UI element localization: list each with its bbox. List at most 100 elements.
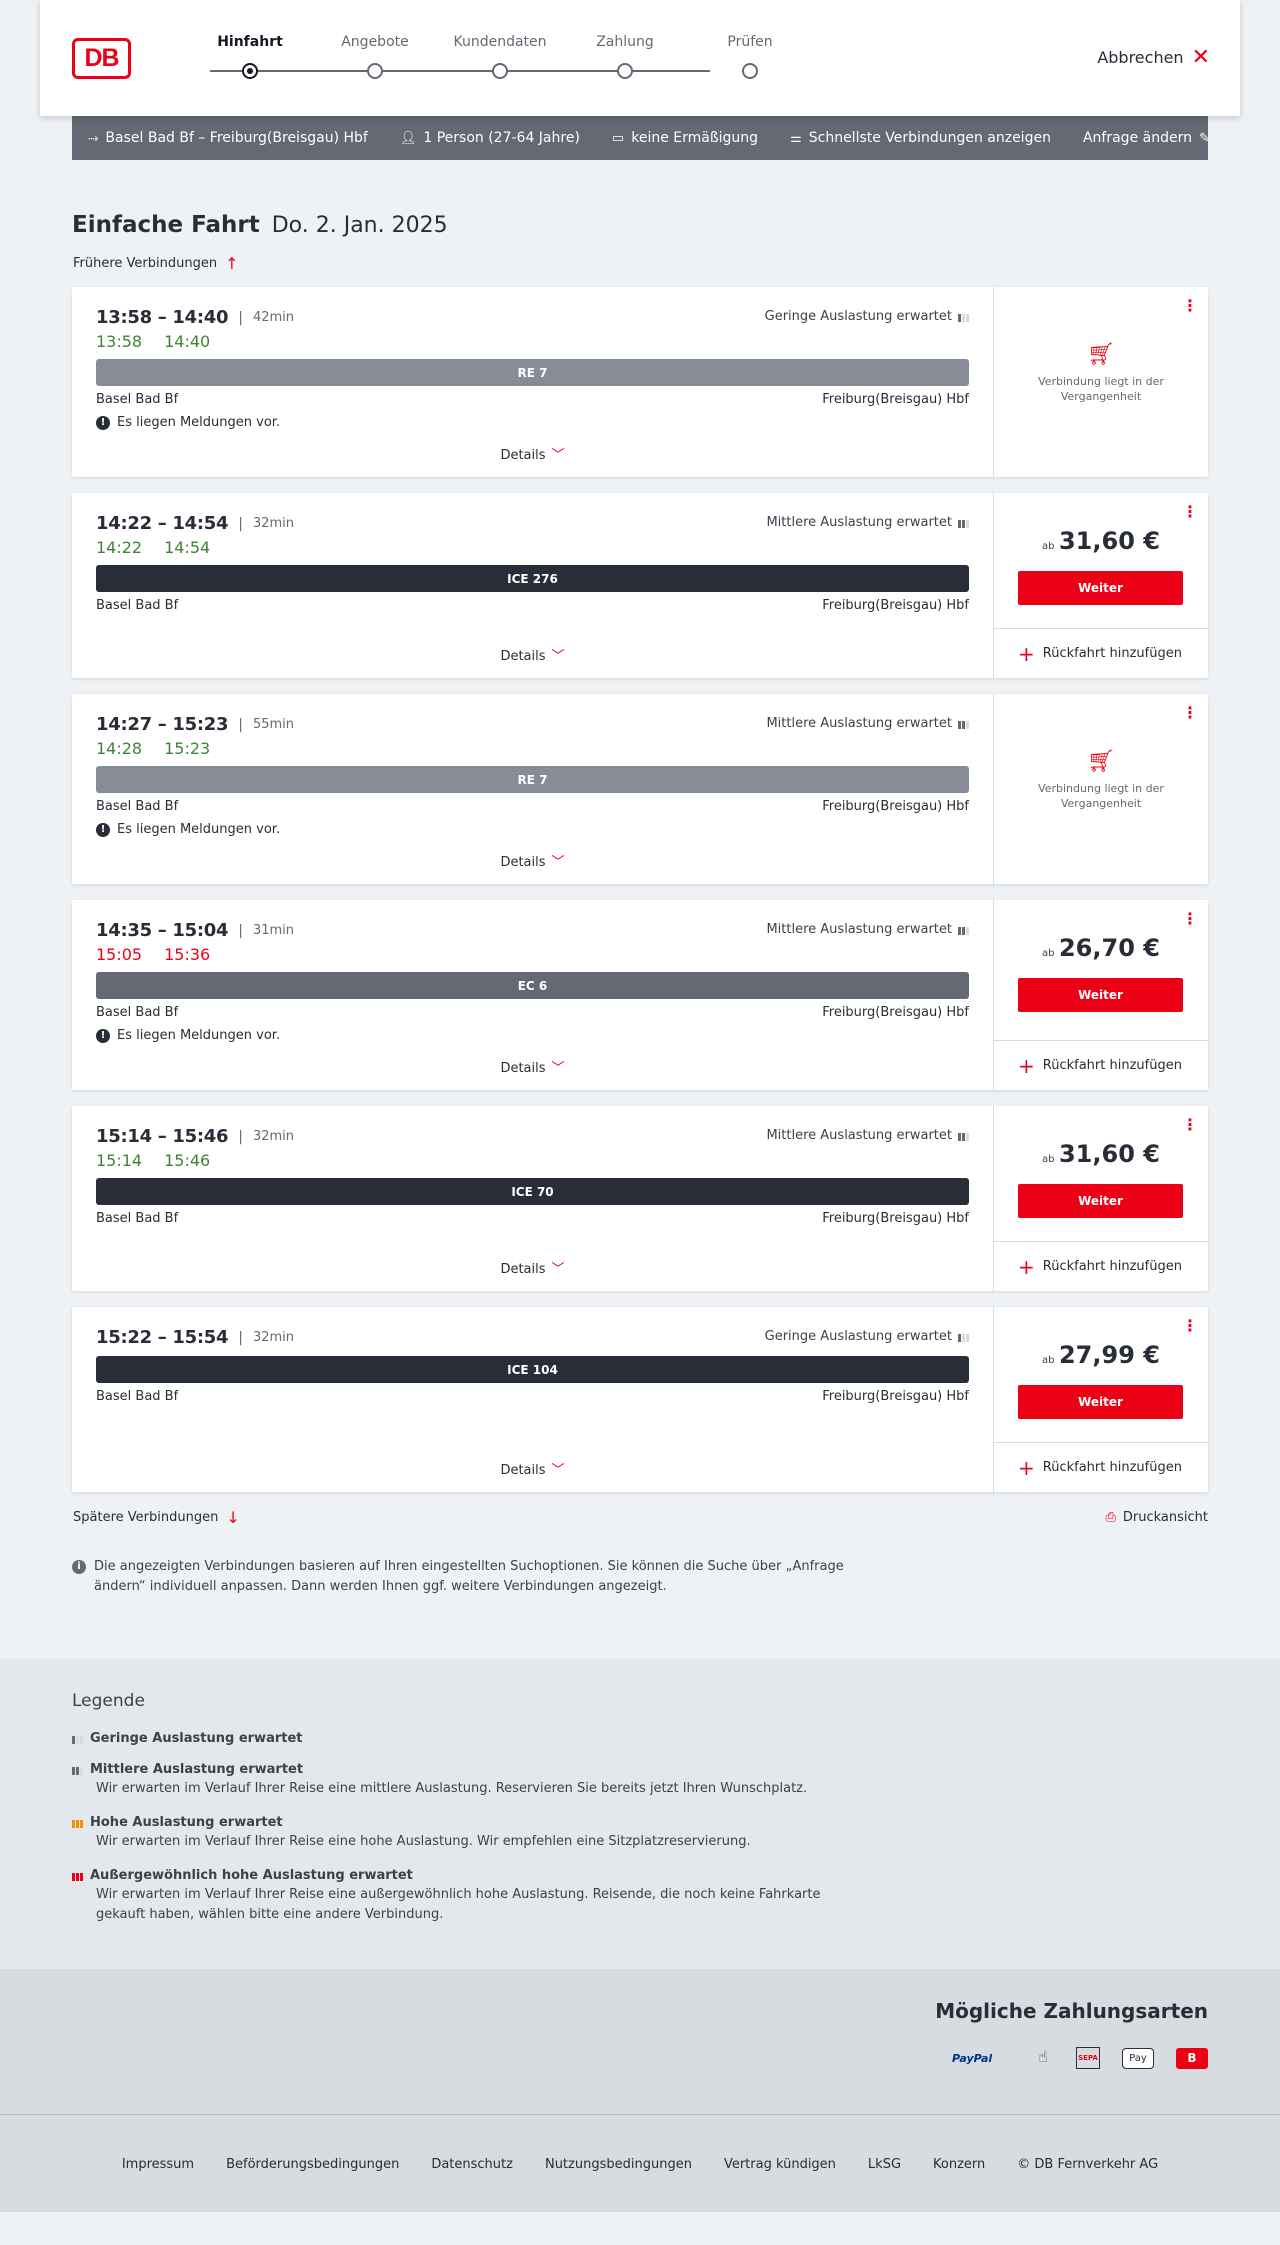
realtime-arrival: 14:54 — [164, 538, 211, 557]
duration: 42min — [252, 310, 295, 325]
destination-station: Freiburg(Breisgau) Hbf — [822, 1005, 969, 1020]
step-label: Prüfen — [727, 34, 773, 50]
connection-card[interactable]: 13:58 – 14:40 | 42min Geringe Auslastung… — [72, 287, 1208, 477]
connection-card[interactable]: 15:22 – 15:54 | 32min Geringe Auslastung… — [72, 1307, 1208, 1492]
person-icon: 👤︎ — [399, 130, 417, 146]
train-bar[interactable]: RE 7 — [96, 359, 969, 386]
duration: 55min — [252, 717, 295, 732]
stations: Basel Bad Bf Freiburg(Breisgau) Hbf — [96, 1005, 969, 1020]
continue-button[interactable]: Weiter — [1018, 571, 1183, 605]
train-bar[interactable]: ICE 104 — [96, 1356, 969, 1383]
train-bar[interactable]: RE 7 — [96, 766, 969, 793]
print-view-link[interactable]: ⎙ Druckansicht — [1105, 1510, 1208, 1525]
occupancy-mid-icon — [958, 924, 969, 935]
occupancy-mid-icon — [72, 1764, 83, 1775]
cancel-button[interactable]: Abbrechen ✕ — [1097, 46, 1210, 68]
price: ab 31,60 € — [994, 527, 1208, 555]
add-return-button[interactable]: + Rückfahrt hinzufügen — [994, 1442, 1208, 1492]
occupancy: Geringe Auslastung erwartet — [765, 309, 969, 324]
price: ab 27,99 € — [994, 1341, 1208, 1369]
footer: Impressum Beförderungsbedingungen Datensch… — [0, 2115, 1280, 2212]
chevron-down-icon: ﹀ — [551, 649, 565, 664]
details-toggle[interactable]: Details ﹀ — [72, 1057, 993, 1076]
more-options-icon[interactable]: ⋮ — [1182, 504, 1198, 520]
connection-card[interactable]: 14:27 – 15:23 | 55min Mittlere Auslastun… — [72, 694, 1208, 884]
progress-steps: Hinfahrt Angebote Kundendaten Zahlung Pr… — [190, 34, 773, 84]
details-toggle[interactable]: Details ﹀ — [72, 1459, 993, 1478]
step-dot — [617, 63, 633, 79]
connection-card[interactable]: 15:14 – 15:46 | 32min Mittlere Auslastun… — [72, 1106, 1208, 1291]
notice: ! Es liegen Meldungen vor. — [96, 822, 969, 837]
route-text: Basel Bad Bf – Freiburg(Breisgau) Hbf — [105, 130, 368, 146]
more-options-icon[interactable]: ⋮ — [1182, 705, 1198, 721]
price-prefix: ab — [1042, 948, 1055, 959]
details-toggle[interactable]: Details ﹀ — [72, 851, 993, 870]
destination-station: Freiburg(Breisgau) Hbf — [822, 799, 969, 814]
realtime-arrival: 15:46 — [164, 1151, 211, 1170]
legend-list: Geringe Auslastung erwartet Mittlere Ausl… — [72, 1731, 1208, 1925]
realtime-arrival: 14:40 — [164, 332, 211, 351]
more-options-icon[interactable]: ⋮ — [1182, 1117, 1198, 1133]
header: DB Hinfahrt Angebote Kundendaten Zahlung… — [40, 0, 1240, 116]
db-logo[interactable]: DB — [72, 38, 131, 79]
details-toggle[interactable]: Details ﹀ — [72, 645, 993, 664]
footer-link[interactable]: Beförderungsbedingungen — [226, 2157, 399, 2172]
more-options-icon[interactable]: ⋮ — [1182, 298, 1198, 314]
footer-link[interactable]: Konzern — [933, 2157, 985, 2172]
alert-icon: ! — [96, 1028, 110, 1043]
footer-link[interactable]: © DB Fernverkehr AG — [1017, 2157, 1158, 2172]
travelers-text: 1 Person (27-64 Jahre) — [423, 130, 580, 146]
scheduled-times: 14:35 – 15:04 — [96, 920, 229, 941]
details-toggle[interactable]: Details ﹀ — [72, 444, 993, 463]
scheduled-times: 13:58 – 14:40 — [96, 307, 229, 328]
legend-item-text: Wir erwarten im Verlauf Ihrer Reise eine… — [96, 1834, 751, 1849]
footer-link[interactable]: Impressum — [122, 2157, 194, 2172]
chevron-down-icon: ﹀ — [551, 1463, 565, 1478]
connection-card[interactable]: 14:35 – 15:04 | 31min Mittlere Auslastun… — [72, 900, 1208, 1090]
add-return-button[interactable]: + Rückfahrt hinzufügen — [994, 1241, 1208, 1291]
separator: | — [238, 309, 243, 326]
earlier-connections-link[interactable]: Frühere Verbindungen ↑ — [72, 254, 1208, 273]
continue-button[interactable]: Weiter — [1018, 1385, 1183, 1419]
footer-link[interactable]: Nutzungsbedingungen — [545, 2157, 692, 2172]
legend-item-title: Außergewöhnlich hohe Auslastung erwartet — [72, 1868, 1208, 1883]
origin-station: Basel Bad Bf — [96, 598, 179, 613]
continue-button[interactable]: Weiter — [1018, 978, 1183, 1012]
add-return-button[interactable]: + Rückfahrt hinzufügen — [994, 1040, 1208, 1090]
duration: 32min — [252, 1129, 295, 1144]
legend-item-title: Mittlere Auslastung erwartet — [72, 1762, 1208, 1777]
paypal-logo: PayPal — [952, 2051, 993, 2065]
train-bar[interactable]: ICE 70 — [96, 1178, 969, 1205]
footer-link[interactable]: Datenschutz — [431, 2157, 513, 2172]
notice-text: Es liegen Meldungen vor. — [117, 415, 281, 430]
realtime-times: 15:14 15:46 — [96, 1151, 969, 1170]
stations: Basel Bad Bf Freiburg(Breisgau) Hbf — [96, 1389, 969, 1404]
more-options-icon[interactable]: ⋮ — [1182, 911, 1198, 927]
destination-station: Freiburg(Breisgau) Hbf — [822, 392, 969, 407]
footer-link[interactable]: Vertrag kündigen — [724, 2157, 836, 2172]
offer-panel: ⋮ ab 26,70 € Weiter + Rückfahrt hinzufüge… — [994, 900, 1208, 1090]
add-return-button[interactable]: + Rückfahrt hinzufügen — [994, 628, 1208, 678]
offer-panel: ⋮ ab 31,60 € Weiter + Rückfahrt hinzufüge… — [994, 493, 1208, 678]
legend-item-label: Hohe Auslastung erwartet — [90, 1815, 283, 1830]
notice-text: Es liegen Meldungen vor. — [117, 1028, 281, 1043]
offer-panel: ⋮ ab 31,60 € Weiter + Rückfahrt hinzufüge… — [994, 1106, 1208, 1291]
later-connections-link[interactable]: Spätere Verbindungen ↓ — [73, 1508, 240, 1527]
offer-panel: ⋮ ab 27,99 € Weiter + Rückfahrt hinzufüge… — [994, 1307, 1208, 1492]
details-toggle[interactable]: Details ﹀ — [72, 1258, 993, 1277]
footer-link[interactable]: LkSG — [868, 2157, 901, 2172]
stations: Basel Bad Bf Freiburg(Breisgau) Hbf — [96, 1211, 969, 1226]
legend-item-text: Wir erwarten im Verlauf Ihrer Reise eine… — [96, 1781, 808, 1796]
train-bar[interactable]: EC 6 — [96, 972, 969, 999]
discount-summary: ▭ keine Ermäßigung — [612, 130, 758, 146]
more-options-icon[interactable]: ⋮ — [1182, 1318, 1198, 1334]
edit-request-button[interactable]: Anfrage ändern ✎ — [1083, 130, 1210, 146]
connection-card[interactable]: 14:22 – 14:54 | 32min Mittlere Auslastun… — [72, 493, 1208, 678]
arrow-right-icon: ⤑ — [88, 130, 99, 146]
realtime-departure: 15:14 — [96, 1151, 143, 1170]
continue-button[interactable]: Weiter — [1018, 1184, 1183, 1218]
payment-title: Mögliche Zahlungsarten — [935, 1999, 1208, 2023]
train-bar[interactable]: ICE 276 — [96, 565, 969, 592]
realtime-arrival: 15:36 — [164, 945, 211, 964]
add-return-label: Rückfahrt hinzufügen — [1042, 646, 1182, 661]
